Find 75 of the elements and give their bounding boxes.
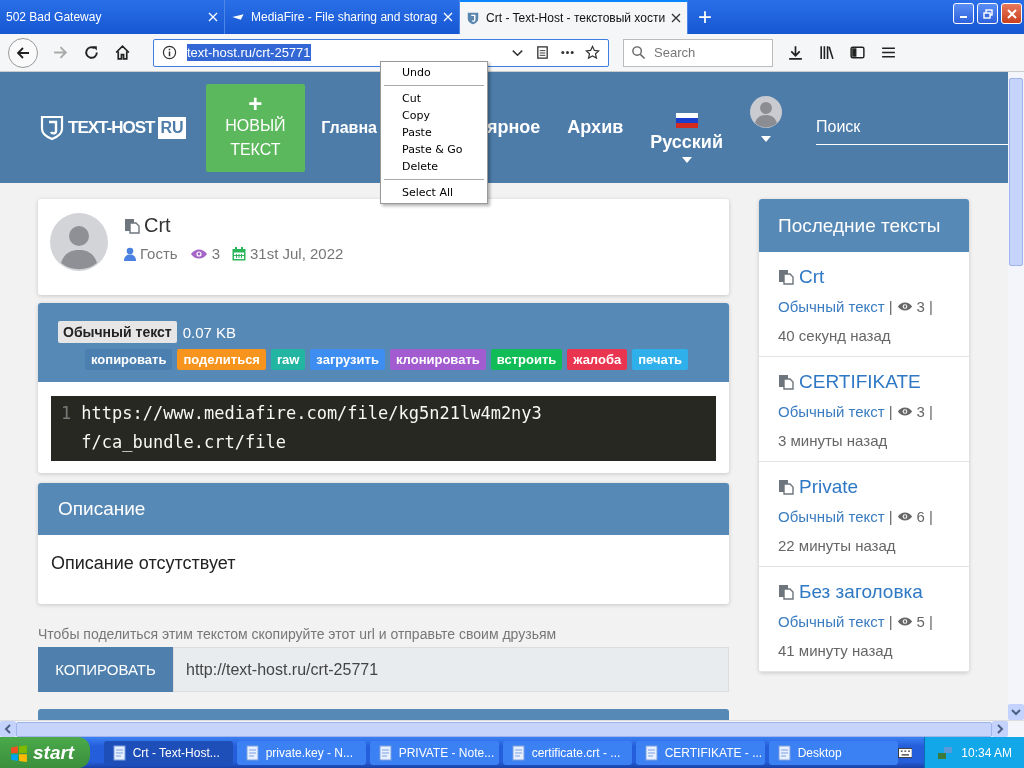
separator: | [888,613,893,630]
menu-item[interactable]: Undo [381,64,487,81]
menu-item[interactable]: Cut [381,90,487,107]
line-number: 1 [61,402,72,425]
time-ago: 40 секунд назад [778,327,891,344]
browser-tab[interactable]: Crt - Text-Host - текстовый хости [460,0,689,34]
format-badge: Обычный текст [58,321,177,343]
code-line: https://www.mediafire.com/file/kg5n21lw4m2ny3f/ca_bundle.crt/file [81,402,543,454]
nav-link[interactable]: ярное [486,117,541,138]
nav-link[interactable]: Главна [321,118,377,137]
format-link[interactable]: Обычный текст [778,298,885,315]
section-title: Описание [58,498,146,520]
tab-title: 502 Bad Gateway [6,10,103,24]
menu-item[interactable]: Copy [381,107,487,124]
separator: | [888,298,893,315]
format-link[interactable]: Обычный текст [778,403,885,420]
separator: | [928,403,933,420]
action-button[interactable]: встроить [490,349,563,370]
search-field[interactable]: Search [623,38,773,67]
separator: | [888,403,893,420]
paste-date: 31st Jul, 2022 [250,245,344,262]
author-name: Гость [140,245,178,262]
time-ago: 22 минуты назад [778,537,896,554]
time-ago: 3 минуты назад [778,432,888,449]
new-text-button[interactable]: + НОВЫЙ ТЕКСТ [205,83,306,172]
taskbar-button[interactable]: PRIVATE - Note... [369,740,499,765]
clock: 10:34 AM [961,745,1012,760]
language-menu[interactable]: Русский [650,131,723,153]
format-link[interactable]: Обычный текст [778,508,885,525]
menu-item[interactable]: Delete [381,158,487,175]
separator: | [928,508,933,525]
paste-link[interactable]: Private [799,476,859,498]
taskbar-button[interactable]: Desktop [768,740,898,765]
time-ago: 41 минуту назад [778,642,893,659]
action-button[interactable]: жалоба [567,349,628,370]
separator: | [888,508,893,525]
menu-item[interactable]: Select All [381,184,487,201]
paste-link[interactable]: Crt [799,266,825,288]
start-button[interactable]: start [0,737,90,768]
view-count: 3 [916,298,925,315]
taskbar-button[interactable]: CERTIFIKATE - ... [635,740,765,765]
menu-item[interactable]: Paste & Go [381,141,487,158]
share-hint: Чтобы поделиться этим текстом скопируйте этот url и отправьте своим друзьям [38,626,558,642]
separator: | [928,613,933,630]
paste-link[interactable]: CERTIFIKATE [799,371,921,393]
url-field[interactable]: http://text-host.ru/crt-25771 [173,647,729,692]
logo-badge[interactable]: RU [158,116,186,139]
format-link[interactable]: Обычный текст [778,613,885,630]
action-button[interactable]: клонировать [389,349,486,370]
menu-item[interactable]: Paste [381,124,487,141]
paste-link[interactable]: Без заголовка [799,581,923,603]
nav-link[interactable]: Архив [567,117,624,138]
taskbar-button[interactable]: certificate.crt - ... [502,740,632,765]
address-bar[interactable]: text-host.ru/crt-25771 [153,38,609,67]
taskbar-button[interactable]: private.key - N... [236,740,366,765]
view-count: 3 [211,245,220,262]
file-size: 0.07 KB [182,323,236,341]
separator: | [928,298,933,315]
action-button[interactable]: raw [270,349,306,370]
paste-title: Crt [144,214,171,237]
view-count: 3 [916,403,925,420]
description-text: Описание отсутствует [51,553,236,573]
view-count: 5 [916,613,925,630]
tab-title: MediaFire - File sharing and storag [251,10,438,24]
section-title: Последние тексты [778,214,941,237]
logo-text[interactable]: TEXT-HOST [68,117,155,138]
action-button[interactable]: загрузить [310,349,385,370]
tab-title: Crt - Text-Host - текстовый хости [486,11,666,25]
address-text: text-host.ru/crt-25771 [187,44,311,61]
taskbar-button[interactable]: Crt - Text-Host... [103,740,233,765]
new-tab-button[interactable]: + [688,5,723,29]
view-count: 6 [916,508,925,525]
action-button[interactable]: копировать [85,349,173,370]
copy-button[interactable]: КОПИРОВАТЬ [38,647,173,692]
action-button[interactable]: печать [632,349,689,370]
